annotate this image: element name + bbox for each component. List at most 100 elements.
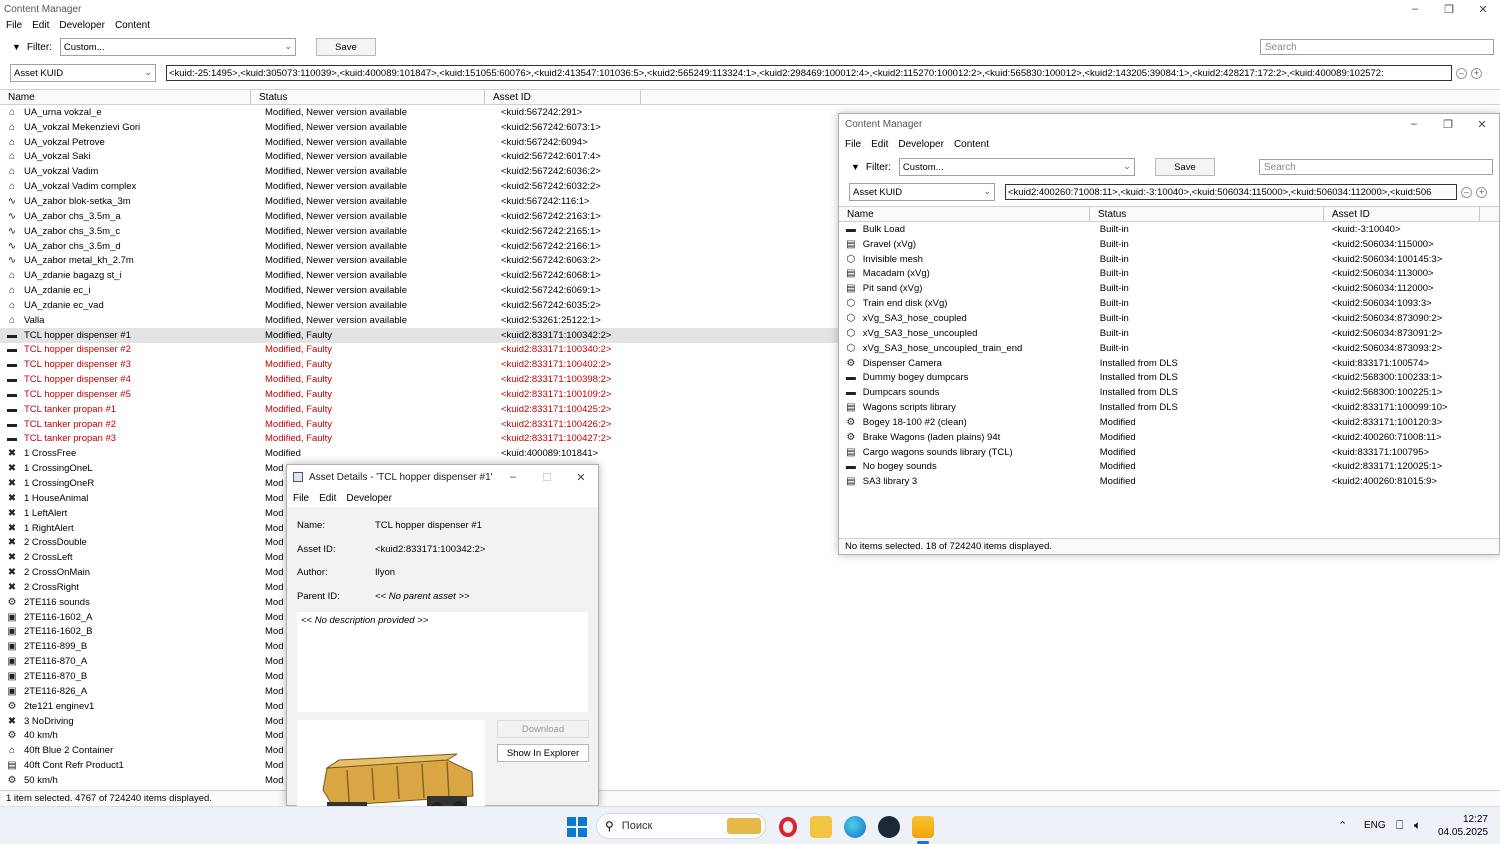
table-row[interactable]: ▣ 2TE116-1602_A Mod — [0, 610, 1500, 625]
filter-toggle-icon[interactable]: ▼ — [851, 162, 860, 172]
table-row[interactable]: ▬ Dummy bogey dumpcars Installed from DLS <… — [839, 370, 1499, 385]
table-row[interactable]: ▬ Bulk Load Built-in <kuid:-3:10040> — [839, 222, 1499, 237]
search-input[interactable]: Search — [1260, 39, 1494, 55]
file-explorer-icon[interactable] — [810, 816, 832, 838]
filter-combo-value: Custom... — [902, 161, 944, 173]
details-titlebar[interactable]: Asset Details - 'TCL hopper dispenser #1… — [287, 465, 598, 489]
col-name[interactable]: Name — [839, 207, 1090, 221]
kuid-list-input[interactable]: <kuid:-25:1495>,<kuid:305073:110039>,<ku… — [166, 65, 1452, 81]
close-button[interactable]: ✕ — [1466, 3, 1500, 16]
edge-icon[interactable] — [844, 816, 866, 838]
table-row[interactable]: ▤ Gravel (xVg) Built-in <kuid2:506034:11500… — [839, 237, 1499, 252]
close-button[interactable]: ✕ — [1465, 118, 1499, 131]
table-row[interactable]: ⚙ 2TE116 sounds Mod — [0, 595, 1500, 610]
table-row[interactable]: ▤ SA3 library 3 Modified <kuid2:400260:8101… — [839, 474, 1499, 489]
menu-file[interactable]: File — [293, 493, 309, 504]
minimize-button[interactable]: – — [1397, 118, 1431, 131]
table-row[interactable]: ⚙ Bogey 18-100 #2 (clean) Modified <kuid2:8… — [839, 415, 1499, 430]
row-name: 3 NoDriving — [24, 715, 74, 727]
details-window-icon — [293, 472, 303, 482]
menu-edit[interactable]: Edit — [871, 139, 888, 150]
col-status[interactable]: Status — [251, 90, 485, 104]
table-row[interactable]: ⬡ xVg_SA3_hose_uncoupled Built-in <kuid2:50… — [839, 326, 1499, 341]
table-row[interactable]: ⬡ xVg_SA3_hose_coupled Built-in <kuid2:5060… — [839, 311, 1499, 326]
table-row[interactable]: ✖ 3 NoDriving Mod — [0, 714, 1500, 729]
taskbar-search[interactable]: ⚲ Поиск — [596, 813, 766, 839]
cm2-titlebar[interactable]: Content Manager – ❐ ✕ — [839, 114, 1499, 134]
main-titlebar[interactable]: Content Manager – ❐ ✕ — [0, 0, 1500, 18]
language-indicator[interactable]: ENG — [1364, 820, 1386, 831]
table-row[interactable]: ▣ 2TE116-826_A Mod — [0, 684, 1500, 699]
table-row[interactable]: ▬ No bogey sounds Modified <kuid2:833171:12… — [839, 460, 1499, 475]
volume-icon[interactable]: 🔈︎ — [1414, 818, 1421, 833]
filter-combo[interactable]: Custom... ⌄ — [59, 38, 296, 56]
remove-kuid-icon[interactable]: – — [1456, 67, 1467, 79]
add-kuid-icon[interactable]: + — [1476, 186, 1487, 198]
search-input[interactable]: Search — [1259, 159, 1493, 175]
close-button[interactable]: ✕ — [564, 471, 598, 484]
menu-content[interactable]: Content — [954, 139, 989, 150]
table-row[interactable]: ⚙ Dispenser Camera Installed from DLS <kuid… — [839, 356, 1499, 371]
col-asset-id[interactable]: Asset ID — [1324, 207, 1480, 221]
maximize-button[interactable]: ❐ — [1432, 3, 1466, 16]
menu-developer[interactable]: Developer — [59, 20, 105, 31]
filter-toggle-icon[interactable]: ▼ — [12, 42, 21, 52]
menu-edit[interactable]: Edit — [32, 20, 49, 31]
kuid-list-input[interactable]: <kuid2:400260:71008:11>,<kuid:-3:10040>,… — [1005, 184, 1457, 200]
add-kuid-icon[interactable]: + — [1471, 67, 1482, 79]
windows-start-icon[interactable] — [566, 816, 588, 838]
table-row[interactable]: ▣ 2TE116-870_B Mod — [0, 669, 1500, 684]
save-filter-button[interactable]: Save — [1154, 158, 1215, 176]
row-name: Cargo wagons sounds library (TCL) — [862, 446, 1013, 458]
steam-icon[interactable] — [878, 816, 900, 838]
table-row[interactable]: ⌂ 40ft Blue 2 Container Mod — [0, 743, 1500, 758]
table-row[interactable]: ▣ 2TE116-899_B Mod — [0, 639, 1500, 654]
minimize-button[interactable]: – — [496, 471, 530, 484]
kuid-type-combo[interactable]: Asset KUID ⌄ — [10, 64, 156, 82]
table-row[interactable]: ⬡ Train end disk (xVg) Built-in <kuid2:5060… — [839, 296, 1499, 311]
kuid-type-combo[interactable]: Asset KUID ⌄ — [849, 183, 995, 201]
table-row[interactable]: ▤ Macadam (xVg) Built-in <kuid2:506034:1130… — [839, 267, 1499, 282]
table-row[interactable]: ▣ 2TE116-1602_B Mod — [0, 625, 1500, 640]
table-row[interactable]: ▬ Dumpcars sounds Installed from DLS <kuid2… — [839, 385, 1499, 400]
menu-developer[interactable]: Developer — [346, 493, 392, 504]
table-row[interactable]: ▤ Cargo wagons sounds library (TCL) Modifi… — [839, 445, 1499, 460]
table-row[interactable]: ⚙ 2te121 enginev1 Mod — [0, 699, 1500, 714]
menu-file[interactable]: File — [845, 139, 861, 150]
table-row[interactable]: ⚙ 40 km/h Mod — [0, 728, 1500, 743]
search-icon: ⚲ — [605, 819, 614, 833]
remove-kuid-icon[interactable]: – — [1461, 186, 1472, 198]
opera-icon[interactable] — [777, 816, 799, 838]
table-row[interactable]: ✖ 2 CrossRight Mod — [0, 580, 1500, 595]
table-row[interactable]: ⬡ Invisible mesh Built-in <kuid2:506034:100… — [839, 252, 1499, 267]
network-icon[interactable]: ⎕ — [1396, 818, 1403, 833]
menu-content[interactable]: Content — [115, 20, 150, 31]
table-row[interactable]: ▤ Wagons scripts library Installed from DL… — [839, 400, 1499, 415]
table-row[interactable]: ▣ 2TE116-870_A Mod — [0, 654, 1500, 669]
menu-edit[interactable]: Edit — [319, 493, 336, 504]
maximize-button[interactable]: ❐ — [1431, 118, 1465, 131]
col-asset-id[interactable]: Asset ID — [485, 90, 641, 104]
kuid-toolbar: Asset KUID ⌄ <kuid:-25:1495>,<kuid:30507… — [0, 61, 1500, 85]
chevron-up-icon[interactable]: ⌃ — [1338, 819, 1347, 832]
col-name[interactable]: Name — [0, 90, 251, 104]
cm2-asset-list[interactable]: ▬ Bulk Load Built-in <kuid:-3:10040> ▤ Gravel… — [839, 222, 1499, 532]
menu-developer[interactable]: Developer — [898, 139, 944, 150]
minimize-button[interactable]: – — [1398, 3, 1432, 16]
table-row[interactable]: ▤ 40ft Cont Refr Product1 Mod — [0, 758, 1500, 773]
content-manager-taskbar-icon[interactable] — [912, 816, 934, 838]
table-row[interactable]: ▤ Pit sand (xVg) Built-in <kuid2:506034:112… — [839, 281, 1499, 296]
table-row[interactable]: ⚙ Brake Wagons (laden plains) 94t Modified… — [839, 430, 1499, 445]
col-status[interactable]: Status — [1090, 207, 1324, 221]
filter-combo[interactable]: Custom... ⌄ — [898, 158, 1135, 176]
save-filter-button[interactable]: Save — [315, 38, 376, 56]
show-in-explorer-button[interactable]: Show In Explorer — [497, 744, 589, 762]
description-box[interactable]: << No description provided >> — [297, 612, 588, 712]
row-status: Modified, Newer version available — [265, 299, 408, 311]
row-status: Built-in — [1099, 268, 1129, 280]
menu-file[interactable]: File — [6, 20, 22, 31]
table-row[interactable]: ✖ 2 CrossOnMain Mod — [0, 565, 1500, 580]
clock[interactable]: 12:27 04.05.2025 — [1438, 813, 1488, 839]
table-row[interactable]: ⬡ xVg_SA3_hose_uncoupled_train_end Built-i… — [839, 341, 1499, 356]
table-row[interactable]: ⚙ 50 km/h Mod — [0, 773, 1500, 787]
